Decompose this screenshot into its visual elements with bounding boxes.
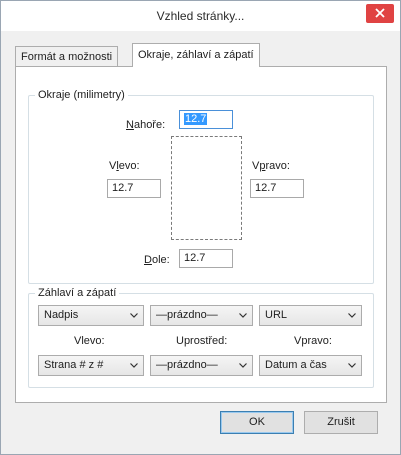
close-icon [375,8,385,18]
cancel-button[interactable]: Zrušit [304,411,378,434]
page-setup-dialog: Vzhled stránky... Formát a možnosti Okra… [0,0,401,455]
header-footer-group-label: Záhlaví a zápatí [35,286,120,300]
margins-group-label: Okraje (milimetry) [35,88,128,102]
tab-label: Formát a možnosti [21,51,113,63]
margin-top-label: Nahoře: [126,119,166,131]
tab-panel: Okraje (milimetry) Nahoře: 12.7 Vlevo: 1… [15,66,387,403]
chevron-down-icon [239,363,247,368]
margin-right-label: Vpravo: [252,160,290,172]
header-left-select[interactable]: Nadpis [38,305,144,326]
tab-margins-header-footer[interactable]: Okraje, záhlaví a zápatí [132,43,260,67]
title-bar: Vzhled stránky... [1,1,400,31]
chevron-down-icon [130,363,138,368]
tab-label: Okraje, záhlaví a zápatí [138,49,254,61]
page-preview [171,136,242,240]
margin-top-input[interactable]: 12.7 [179,110,233,129]
chevron-down-icon [348,363,356,368]
column-label-center: Uprostřed: [176,335,228,347]
tab-format-options[interactable]: Formát a možnosti [15,46,119,67]
margin-bottom-input[interactable]: 12.7 [179,249,233,268]
header-right-select[interactable]: URL [259,305,362,326]
window-title: Vzhled stránky... [156,9,245,23]
close-button[interactable] [366,4,394,23]
margin-left-input[interactable]: 12.7 [107,179,161,198]
footer-right-select[interactable]: Datum a čas [259,355,362,376]
column-label-left: Vlevo: [74,335,105,347]
column-label-right: Vpravo: [294,335,332,347]
chevron-down-icon [130,313,138,318]
margin-bottom-label: Dole: [144,254,170,266]
footer-center-select[interactable]: —prázdno— [150,355,253,376]
chevron-down-icon [239,313,247,318]
margin-left-label: Vlevo: [109,160,140,172]
ok-button[interactable]: OK [220,411,294,434]
chevron-down-icon [348,313,356,318]
footer-left-select[interactable]: Strana # z # [38,355,144,376]
header-center-select[interactable]: —prázdno— [150,305,253,326]
margin-right-input[interactable]: 12.7 [250,179,304,198]
